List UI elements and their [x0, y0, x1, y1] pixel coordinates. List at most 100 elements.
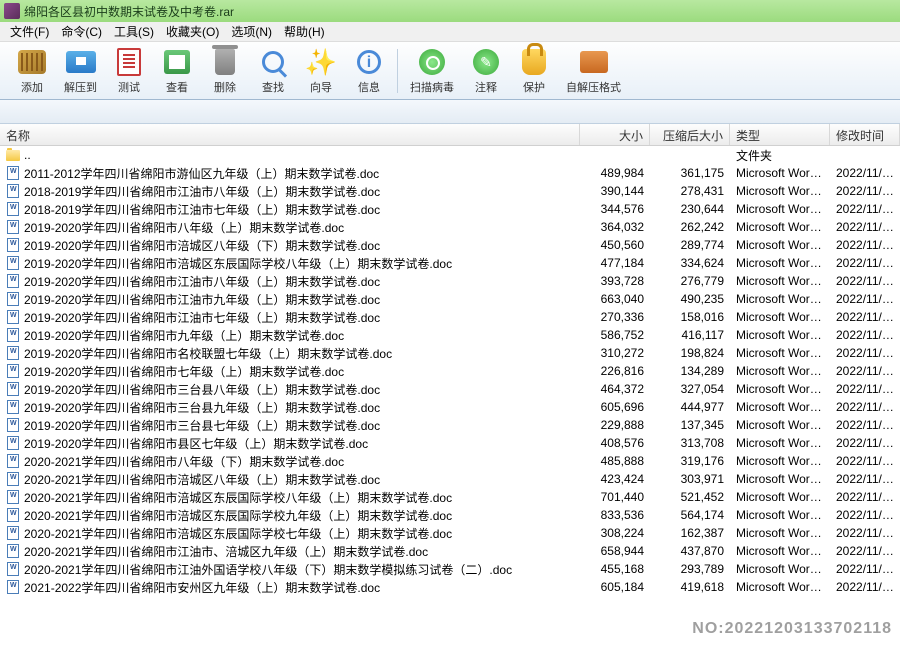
menu-favorite[interactable]: 收藏夹(O): [160, 21, 225, 42]
file-row[interactable]: 2019-2020学年四川省绵阳市九年级（上）期末数学试卷.doc586,752…: [0, 326, 900, 344]
file-type: Microsoft Word ...: [730, 579, 830, 595]
file-row[interactable]: 2019-2020学年四川省绵阳市三台县七年级（上）期末数学试卷.doc 229,…: [0, 416, 900, 434]
file-row[interactable]: 2019-2020学年四川省绵阳市三台县九年级（上）期末数学试卷.doc605,…: [0, 398, 900, 416]
file-compressed-size: 521,452: [650, 489, 730, 505]
file-date: 2022/11/28: [830, 309, 900, 325]
file-date: 2022/11/28: [830, 399, 900, 415]
file-type: Microsoft Word ...: [730, 219, 830, 235]
info-icon: i: [357, 50, 381, 74]
file-row[interactable]: 2020-2021学年四川省绵阳市涪城区东辰国际学校九年级（上）期末数学试卷.d…: [0, 506, 900, 524]
file-name-cell: 2019-2020学年四川省绵阳市七年级（上）期末数学试卷.doc: [0, 362, 580, 381]
delete-button[interactable]: 删除: [201, 44, 249, 97]
file-row[interactable]: ..文件夹: [0, 146, 900, 164]
test-icon: [117, 48, 141, 76]
file-type: Microsoft Word ...: [730, 237, 830, 253]
file-row[interactable]: 2018-2019学年四川省绵阳市江油市八年级（上）期末数学试卷.doc390,…: [0, 182, 900, 200]
file-name-cell: 2020-2021学年四川省绵阳市江油外国语学校八年级（下）期末数学模拟练习试卷…: [0, 560, 580, 579]
file-name: 2019-2020学年四川省绵阳市涪城区八年级（下）期末数学试卷.doc: [24, 237, 380, 254]
file-name: 2020-2021学年四川省绵阳市涪城区东辰国际学校八年级（上）期末数学试卷.d…: [24, 489, 452, 506]
file-type: Microsoft Word ...: [730, 291, 830, 307]
column-size[interactable]: 大小: [580, 124, 650, 145]
file-name: 2019-2020学年四川省绵阳市涪城区东辰国际学校八年级（上）期末数学试卷.d…: [24, 255, 452, 272]
file-row[interactable]: 2019-2020学年四川省绵阳市八年级（上）期末数学试卷.doc 364,032…: [0, 218, 900, 236]
file-row[interactable]: 2020-2021学年四川省绵阳市涪城区东辰国际学校七年级（上）期末数学试卷.d…: [0, 524, 900, 542]
find-icon: [262, 51, 284, 73]
file-name: 2019-2020学年四川省绵阳市三台县七年级（上）期末数学试卷.doc: [24, 417, 380, 434]
file-name-cell: 2020-2021学年四川省绵阳市涪城区东辰国际学校八年级（上）期末数学试卷.d…: [0, 488, 580, 507]
file-compressed-size: 278,431: [650, 183, 730, 199]
menu-option[interactable]: 选项(N): [225, 21, 278, 42]
scan-icon: [419, 49, 445, 75]
file-name: 2020-2021学年四川省绵阳市江油市、涪城区九年级（上）期末数学试卷.doc: [24, 543, 428, 560]
file-name-cell: 2018-2019学年四川省绵阳市江油市七年级（上）期末数学试卷.doc: [0, 200, 580, 219]
protect-button[interactable]: 保护: [510, 44, 558, 97]
file-type: Microsoft Word ...: [730, 435, 830, 451]
file-row[interactable]: 2019-2020学年四川省绵阳市三台县八年级（上）期末数学试卷.doc464,…: [0, 380, 900, 398]
comment-button[interactable]: ✎注释: [462, 44, 510, 97]
file-type: Microsoft Word ...: [730, 309, 830, 325]
file-row[interactable]: 2020-2021学年四川省绵阳市涪城区八年级（上）期末数学试卷.doc423,…: [0, 470, 900, 488]
scan-button[interactable]: 扫描病毒: [402, 44, 462, 97]
file-size: 423,424: [580, 471, 650, 487]
file-date: 2022/11/28: [830, 219, 900, 235]
column-type[interactable]: 类型: [730, 124, 830, 145]
file-name: 2019-2020学年四川省绵阳市八年级（上）期末数学试卷.doc: [24, 219, 344, 236]
file-row[interactable]: 2019-2020学年四川省绵阳市江油市九年级（上）期末数学试卷.doc663,…: [0, 290, 900, 308]
file-name: 2019-2020学年四川省绵阳市江油市九年级（上）期末数学试卷.doc: [24, 291, 380, 308]
column-date[interactable]: 修改时间: [830, 124, 900, 145]
file-row[interactable]: 2019-2020学年四川省绵阳市涪城区八年级（下）期末数学试卷.doc450,…: [0, 236, 900, 254]
extract-button[interactable]: 解压到: [56, 44, 105, 97]
menu-help[interactable]: 帮助(H): [278, 21, 331, 42]
file-compressed-size: 158,016: [650, 309, 730, 325]
file-row[interactable]: 2020-2021学年四川省绵阳市涪城区东辰国际学校八年级（上）期末数学试卷.d…: [0, 488, 900, 506]
file-size: 364,032: [580, 219, 650, 235]
file-row[interactable]: 2019-2020学年四川省绵阳市名校联盟七年级（上）期末数学试卷.doc310…: [0, 344, 900, 362]
test-button[interactable]: 测试: [105, 44, 153, 97]
file-compressed-size: 137,345: [650, 417, 730, 433]
file-row[interactable]: 2019-2020学年四川省绵阳市涪城区东辰国际学校八年级（上）期末数学试卷.d…: [0, 254, 900, 272]
file-row[interactable]: 2020-2021学年四川省绵阳市江油市、涪城区九年级（上）期末数学试卷.doc…: [0, 542, 900, 560]
menu-file[interactable]: 文件(F): [4, 21, 55, 42]
find-button[interactable]: 查找: [249, 44, 297, 97]
column-header-row: 名称 大小 压缩后大小 类型 修改时间: [0, 124, 900, 146]
file-name: 2019-2020学年四川省绵阳市三台县九年级（上）期末数学试卷.doc: [24, 399, 380, 416]
file-compressed-size: 334,624: [650, 255, 730, 271]
file-row[interactable]: 2020-2021学年四川省绵阳市八年级（下）期末数学试卷.doc485,888…: [0, 452, 900, 470]
path-bar: [0, 100, 900, 124]
file-name-cell: 2019-2020学年四川省绵阳市江油市九年级（上）期末数学试卷.doc: [0, 290, 580, 309]
file-row[interactable]: 2018-2019学年四川省绵阳市江油市七年级（上）期末数学试卷.doc344,…: [0, 200, 900, 218]
file-size: 489,984: [580, 165, 650, 181]
file-name: ..: [24, 148, 31, 162]
menu-tool[interactable]: 工具(S): [108, 21, 160, 42]
file-type: Microsoft Word ...: [730, 507, 830, 523]
file-size: 229,888: [580, 417, 650, 433]
add-button[interactable]: 添加: [8, 44, 56, 97]
sfx-button[interactable]: 自解压格式: [558, 44, 629, 97]
file-compressed-size: 303,971: [650, 471, 730, 487]
file-compressed-size: 490,235: [650, 291, 730, 307]
file-row[interactable]: 2020-2021学年四川省绵阳市江油外国语学校八年级（下）期末数学模拟练习试卷…: [0, 560, 900, 578]
file-row[interactable]: 2021-2022学年四川省绵阳市安州区九年级（上）期末数学试卷.doc605,…: [0, 578, 900, 596]
file-type: Microsoft Word ...: [730, 543, 830, 559]
file-date: 2022/11/28: [830, 579, 900, 595]
file-row[interactable]: 2019-2020学年四川省绵阳市江油市七年级（上）期末数学试卷.doc270,…: [0, 308, 900, 326]
file-row[interactable]: 2011-2012学年四川省绵阳市游仙区九年级（上）期末数学试卷.doc489,…: [0, 164, 900, 182]
wizard-button[interactable]: ✨向导: [297, 44, 345, 97]
file-name-cell: 2011-2012学年四川省绵阳市游仙区九年级（上）期末数学试卷.doc: [0, 164, 580, 183]
file-type: Microsoft Word ...: [730, 471, 830, 487]
lock-icon: [522, 49, 546, 75]
file-name: 2020-2021学年四川省绵阳市江油外国语学校八年级（下）期末数学模拟练习试卷…: [24, 561, 512, 578]
info-button[interactable]: i信息: [345, 44, 393, 97]
column-compressed-size[interactable]: 压缩后大小: [650, 124, 730, 145]
file-row[interactable]: 2019-2020学年四川省绵阳市七年级（上）期末数学试卷.doc226,816…: [0, 362, 900, 380]
file-name-cell: 2019-2020学年四川省绵阳市八年级（上）期末数学试卷.doc: [0, 218, 580, 237]
column-name[interactable]: 名称: [0, 124, 580, 145]
toolbar-separator: [397, 49, 398, 93]
file-name: 2021-2022学年四川省绵阳市安州区九年级（上）期末数学试卷.doc: [24, 579, 380, 596]
file-row[interactable]: 2019-2020学年四川省绵阳市县区七年级（上）期末数学试卷.doc408,5…: [0, 434, 900, 452]
file-name-cell: 2019-2020学年四川省绵阳市涪城区八年级（下）期末数学试卷.doc: [0, 236, 580, 255]
file-name: 2020-2021学年四川省绵阳市涪城区东辰国际学校九年级（上）期末数学试卷.d…: [24, 507, 452, 524]
file-row[interactable]: 2019-2020学年四川省绵阳市江油市八年级（上）期末数学试卷.doc393,…: [0, 272, 900, 290]
view-button[interactable]: 查看: [153, 44, 201, 97]
menu-command[interactable]: 命令(C): [55, 21, 108, 42]
